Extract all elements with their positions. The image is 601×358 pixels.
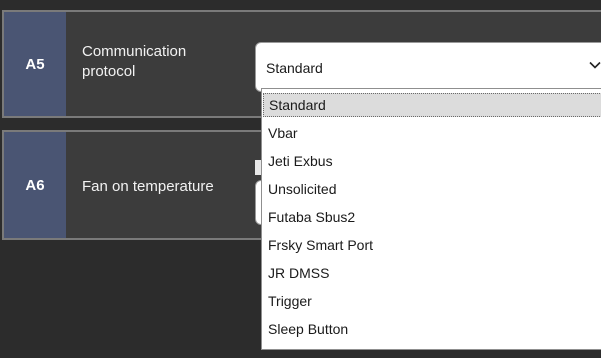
dropdown-option-trigger[interactable]: Trigger [263,287,601,315]
protocol-dropdown-list: Standard Vbar Jeti Exbus Unsolicited Fut… [261,88,601,350]
chevron-down-icon[interactable] [588,58,601,72]
fan-on-temperature-label: Fan on temperature [82,178,214,195]
dropdown-option-frsky-smart-port[interactable]: Frsky Smart Port [263,231,601,259]
communication-protocol-label: Communication protocol [82,43,187,80]
dropdown-option-sleep-button[interactable]: Sleep Button [263,315,601,343]
dropdown-option-vbar[interactable]: Vbar [263,119,601,147]
communication-protocol-select[interactable]: Standard [255,42,601,92]
dropdown-option-standard[interactable]: Standard [263,93,601,117]
dropdown-option-jeti-exbus[interactable]: Jeti Exbus [263,147,601,175]
row-id-a6: A6 [4,132,66,238]
select-current-value: Standard [266,60,323,76]
row-id-a5: A5 [4,12,66,116]
dropdown-option-unsolicited[interactable]: Unsolicited [263,175,601,203]
dropdown-option-futaba-sbus2[interactable]: Futaba Sbus2 [263,203,601,231]
dropdown-option-jr-dmss[interactable]: JR DMSS [263,259,601,287]
